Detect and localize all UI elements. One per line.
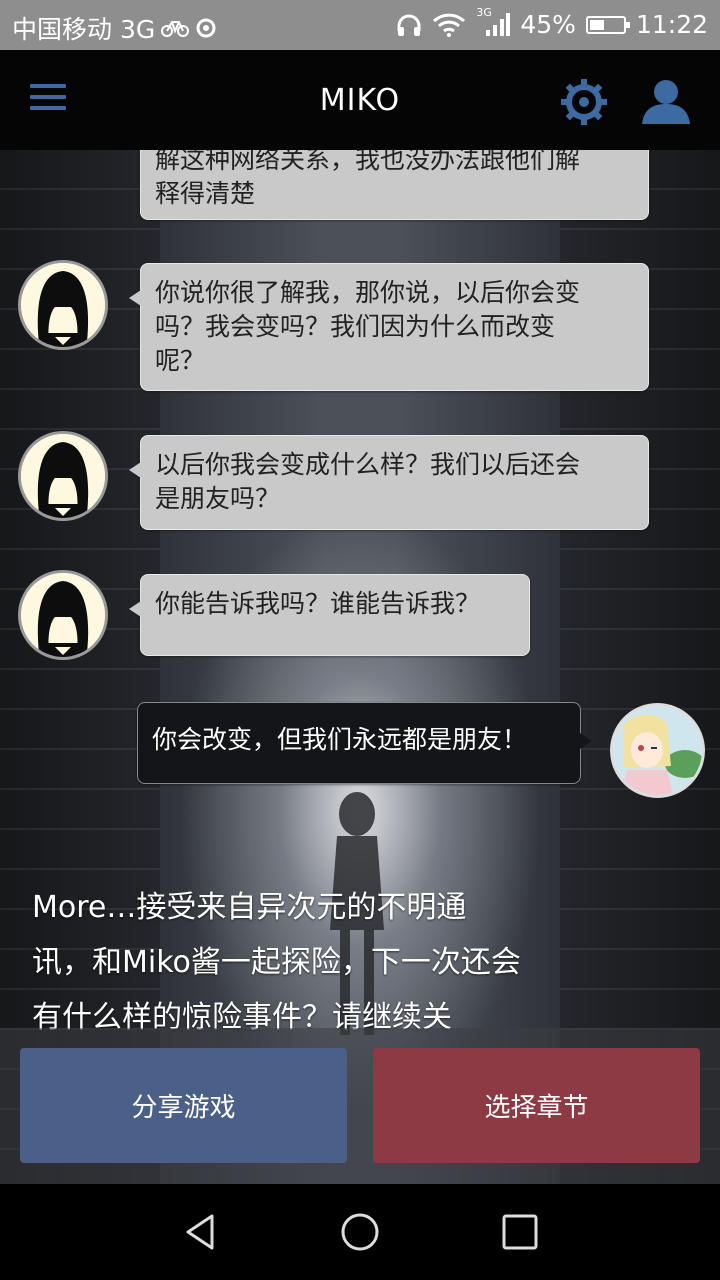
status-bar: 中国移动 3G 3G 45% 11:22 [0, 0, 720, 50]
back-icon[interactable] [178, 1210, 222, 1254]
headphones-icon [397, 14, 421, 36]
app-bar: MIKO [0, 50, 720, 150]
avatar-miko [18, 570, 108, 660]
narration-line: 讯，和Miko酱一起探险，下一次还会 [32, 945, 521, 980]
miko-avatar-image [21, 573, 105, 657]
user-icon[interactable] [640, 78, 692, 126]
chat-bubble-player: 你会改变，但我们永远都是朋友！ [137, 702, 592, 784]
loading-icon [196, 18, 216, 38]
battery-percent: 45% [520, 10, 576, 39]
share-game-button[interactable]: 分享游戏 [20, 1048, 347, 1163]
chat-bubble-miko: 你说你很了解我，那你说，以后你会变 吗？我会变吗？我们因为什么而改变 呢？ [129, 263, 649, 391]
avatar-miko [18, 260, 108, 350]
gear-icon[interactable] [560, 78, 608, 126]
home-icon[interactable] [338, 1210, 382, 1254]
chat-bubble-miko: 以后你我会变成什么样？我们以后还会 是朋友吗？ [129, 435, 649, 530]
action-bar: 分享游戏 选择章节 [0, 1028, 720, 1185]
carrier-label: 中国移动 3G [12, 15, 156, 44]
narration-text: More…接受来自异次元的不明通 讯，和Miko酱一起探险，下一次还会 有什么样… [32, 880, 572, 1045]
battery-icon [585, 15, 630, 34]
bike-icon [161, 21, 190, 37]
app-title: MIKO [319, 83, 401, 118]
signal-icon [486, 12, 511, 36]
miko-avatar-image [21, 434, 105, 518]
select-chapter-button[interactable]: 选择章节 [373, 1048, 700, 1163]
narration-line: More…接受来自异次元的不明通 [32, 890, 467, 925]
player-avatar-image [613, 706, 702, 795]
avatar-player [610, 703, 705, 798]
clock: 11:22 [635, 10, 708, 39]
status-right: 3G 45% 11:22 [396, 6, 708, 39]
wifi-icon [433, 13, 466, 37]
chat-bubble-miko: 你能告诉我吗？谁能告诉我？ [129, 574, 530, 656]
avatar-miko [18, 431, 108, 521]
navigation-bar [0, 1184, 720, 1280]
miko-avatar-image [21, 263, 105, 347]
chat-bubble-miko: 解这种网络关系，我也没办法跟他们解 释得清楚 [140, 150, 649, 220]
status-left: 中国移动 3G [12, 10, 217, 46]
recents-icon[interactable] [498, 1210, 542, 1254]
signal-group: 3G [476, 6, 511, 38]
game-scene: 解这种网络关系，我也没办法跟他们解 释得清楚 你说你很了解我，那你说，以后你会变… [0, 150, 720, 1185]
